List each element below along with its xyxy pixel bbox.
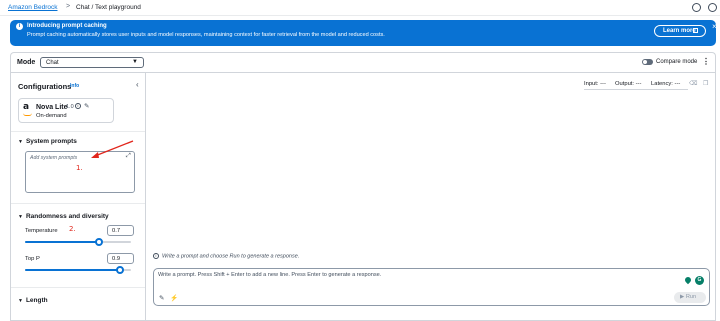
grammar-check-icon: G xyxy=(695,276,704,285)
metrics-underline xyxy=(584,89,688,90)
run-button[interactable]: ▶ Run xyxy=(674,292,706,303)
magic-wand-icon[interactable]: ⚡ xyxy=(170,294,178,302)
output-metric: Output: --- xyxy=(615,81,642,87)
annotation-number-one: 1. xyxy=(76,164,83,172)
paperclip-icon[interactable]: ✎ xyxy=(159,294,164,302)
prompt-hint: i Write a prompt and choose Run to genera… xyxy=(153,253,299,259)
location-pin-icon xyxy=(683,275,693,285)
input-metric: Input: --- xyxy=(584,81,606,87)
run-label: Run xyxy=(685,294,697,300)
annotation-number-two: 2. xyxy=(69,225,76,233)
clear-icon[interactable]: ⌫ xyxy=(689,80,697,87)
latency-metric: Latency: --- xyxy=(651,81,681,87)
copy-icon[interactable]: ❐ xyxy=(703,80,708,87)
chat-area: Input: --- Output: --- Latency: --- ⌫ ❐ … xyxy=(146,72,716,321)
prompt-hint-text: Write a prompt and choose Run to generat… xyxy=(162,253,300,260)
prompt-input[interactable]: Write a prompt. Press Shift + Enter to a… xyxy=(153,268,710,306)
info-icon: i xyxy=(153,253,159,259)
prompt-placeholder: Write a prompt. Press Shift + Enter to a… xyxy=(158,272,382,278)
